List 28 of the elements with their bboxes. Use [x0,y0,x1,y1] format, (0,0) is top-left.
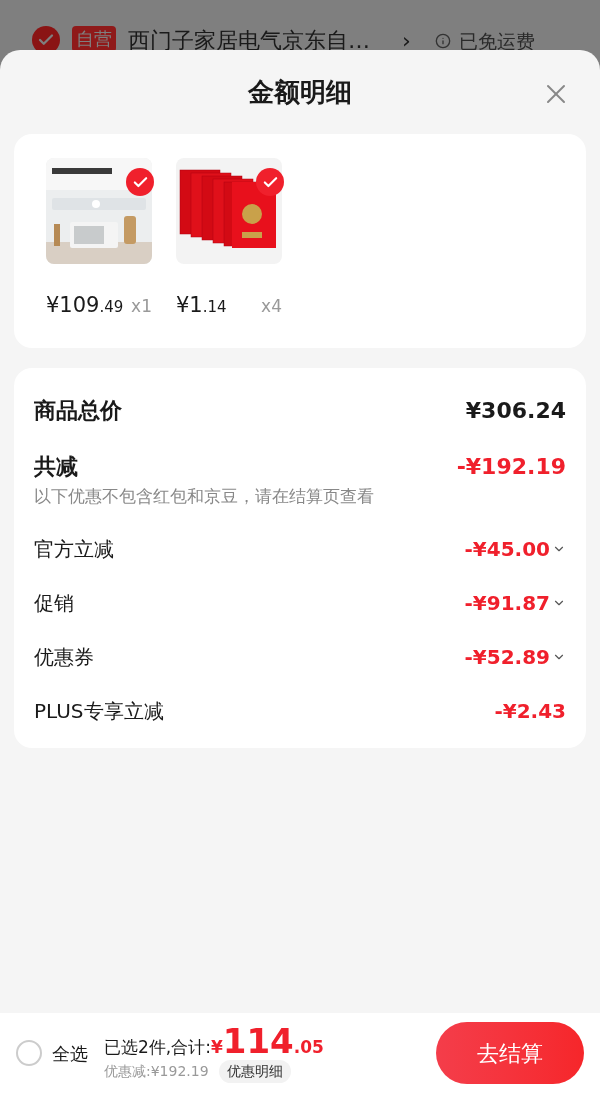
product-price: ¥1.14 [176,292,227,319]
discount-label: 共减 [34,452,78,481]
total-label: 商品总价 [34,396,122,425]
total-amount: ¥114.05 [210,1022,324,1061]
discount-note: 以下优惠不包含红包和京豆，请在结算页查看 [34,485,375,508]
select-all-checkbox[interactable] [16,1040,42,1066]
shipping-status: 已免运费 [458,29,535,54]
discount-item-label: 官方立减 [34,536,114,563]
quantity: x1 [131,295,152,318]
discount-item-value: -¥52.89 [464,644,550,671]
info-icon [434,33,451,49]
discount-summary: 优惠减:¥192.19 [104,1062,209,1082]
select-all-label[interactable]: 全选 [52,1039,88,1067]
checkout-button[interactable]: 去结算 [436,1022,584,1084]
sheet-title: 金额明细 [248,75,352,109]
quantity: x4 [261,295,282,318]
discount-detail-button[interactable]: 优惠明细 [218,1060,291,1084]
discount-value: -¥192.19 [456,452,566,481]
discount-item-value: -¥2.43 [494,698,566,725]
discount-item-value: -¥45.00 [464,536,550,563]
total-value: ¥306.24 [465,396,566,425]
discount-item-value: -¥91.87 [464,590,550,617]
selected-summary: 已选2件,合计: [104,1035,211,1059]
store-badge: 自营 [72,26,116,52]
product-price: ¥109.49 [46,292,124,319]
discount-item-label: PLUS专享立减 [34,698,164,725]
discount-item-label: 促销 [34,590,74,617]
discount-item-label: 优惠券 [34,644,94,671]
